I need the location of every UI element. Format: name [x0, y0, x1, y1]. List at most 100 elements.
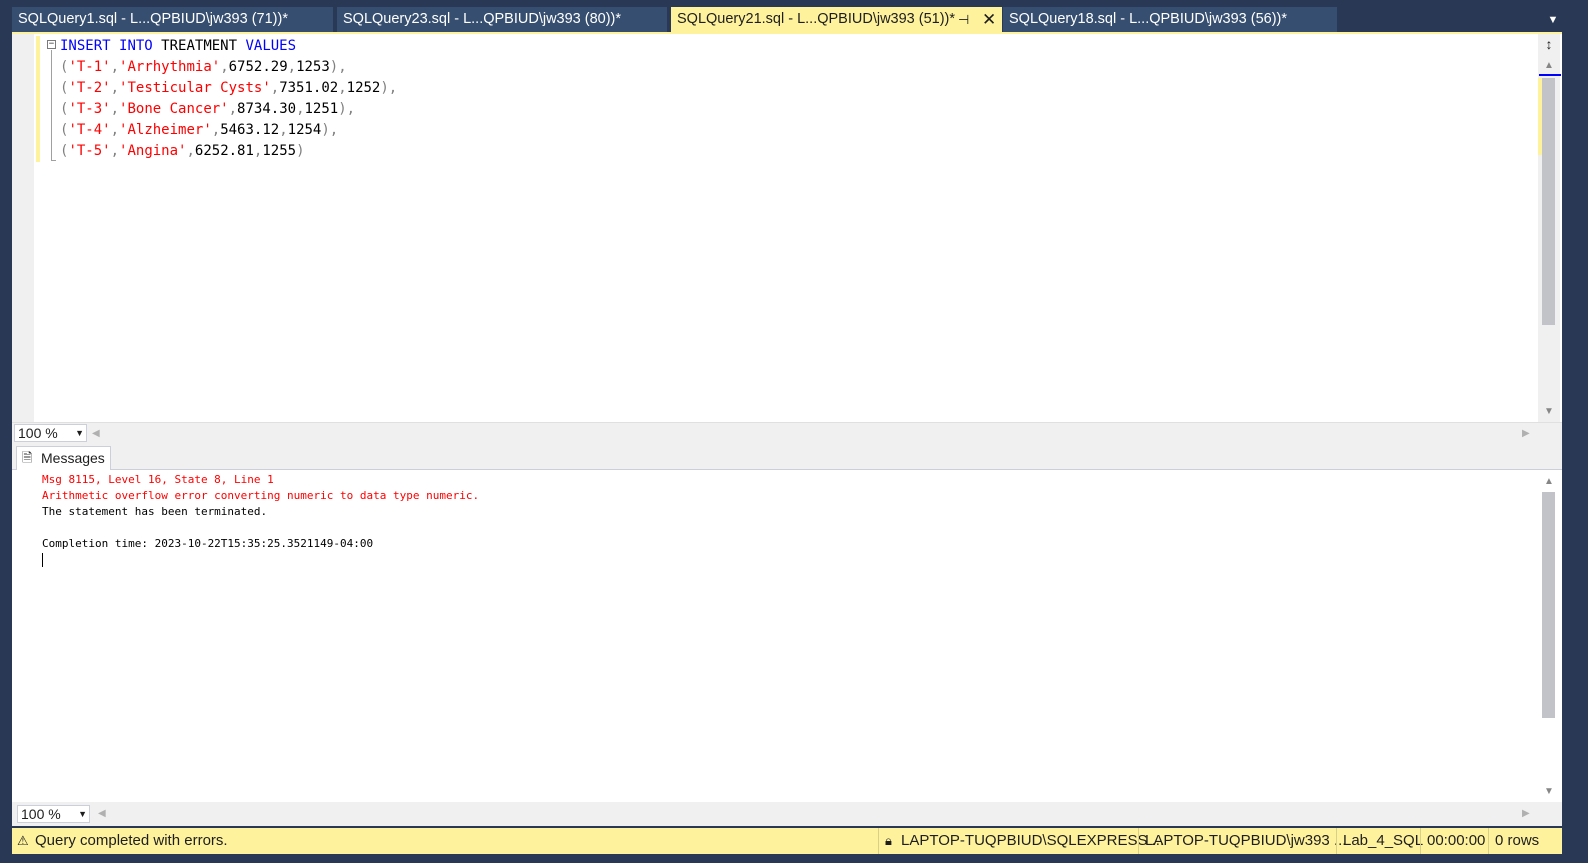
row-count: 0 rows [1495, 832, 1540, 849]
code-text[interactable]: INSERT INTO TREATMENT VALUES ('T-1','Arrh… [60, 36, 397, 162]
value-name: 'Arrhythmia' [119, 59, 221, 75]
value-cost: 6252.81 [194, 143, 254, 159]
code-line: ('T-2','Testicular Cysts',7351.02,1252), [60, 80, 398, 96]
status-database: Lab_4_SQL [1336, 828, 1423, 854]
value-id: 'T-5' [68, 143, 111, 159]
split-bar[interactable] [1539, 74, 1561, 76]
change-tracking-bar [36, 36, 40, 162]
database-name: Lab_4_SQL [1343, 832, 1424, 849]
code-line: ('T-4','Alzheimer',5463.12,1254), [60, 122, 339, 138]
tab-messages[interactable]: 🗎 Messages [16, 446, 111, 470]
value-row-end: ) [296, 143, 305, 159]
value-id: 'T-1' [68, 59, 111, 75]
tab-title: SQLQuery23.sql - L...QPBIUD\jw393 (80))* [343, 11, 622, 27]
value-row-end: ), [321, 122, 339, 138]
value-number: 1254 [287, 122, 322, 138]
code-line: ('T-3','Bone Cancer',8734.30,1251), [60, 101, 356, 117]
collapse-icon[interactable]: − [47, 40, 56, 49]
zoom-value: 100 % [21, 806, 61, 822]
results-pane: 🗎 Messages Msg 8115, Level 16, State 8, … [12, 444, 1562, 826]
text-caret [42, 553, 43, 567]
value-number: 1252 [346, 80, 381, 96]
tab-sqlquery23[interactable]: SQLQuery23.sql - L...QPBIUD\jw393 (80))* [337, 7, 667, 32]
value-cost: 7351.02 [279, 80, 339, 96]
editor-gutter [12, 34, 34, 422]
code-line: ('T-1','Arrhythmia',6752.29,1253), [60, 59, 347, 75]
value-cost: 8734.30 [237, 101, 297, 117]
value-number: 1251 [304, 101, 339, 117]
editor-bottom-bar: 100 % ▼ ◀ ▶ [12, 422, 1562, 444]
status-message: Query completed with errors. [35, 832, 228, 849]
pin-icon[interactable]: ⊣ [958, 7, 969, 32]
value-name: 'Angina' [119, 143, 187, 159]
value-number: 1253 [296, 59, 330, 75]
server-name: LAPTOP-TUQPBIUD\SQLEXPRESS ... [901, 832, 1165, 849]
warning-icon: ⚠ [17, 833, 29, 848]
value-name: 'Bone Cancer' [119, 101, 229, 117]
scroll-thumb[interactable] [1542, 492, 1555, 718]
scroll-left-icon[interactable]: ◀ [92, 428, 100, 439]
results-tab-strip: 🗎 Messages [12, 444, 1562, 470]
tab-sqlquery1[interactable]: SQLQuery1.sql - L...QPBIUD\jw393 (71))* [12, 7, 333, 32]
close-icon[interactable]: ✕ [982, 7, 996, 32]
tab-label: Messages [41, 450, 105, 466]
editor-zoom-dropdown[interactable]: 100 % ▼ [14, 424, 87, 442]
value-id: 'T-4' [68, 122, 111, 138]
scroll-left-icon[interactable]: ◀ [98, 808, 106, 819]
status-row-count: 0 rows [1488, 828, 1539, 854]
tab-title: SQLQuery18.sql - L...QPBIUD\jw393 (56))* [1009, 11, 1288, 27]
scroll-right-icon[interactable]: ▶ [1522, 808, 1530, 819]
tab-title: SQLQuery21.sql - L...QPBIUD\jw393 (51))* [677, 11, 956, 27]
value-row-end: ), [338, 101, 356, 117]
value-id: 'T-3' [68, 101, 111, 117]
code-line: INSERT INTO TREATMENT VALUES [60, 36, 397, 57]
completion-time-line: Completion time: 2023-10-22T15:35:25.352… [42, 537, 374, 550]
results-bottom-bar: 100 % ▼ ◀ ▶ [12, 802, 1562, 826]
scroll-thumb[interactable] [1542, 78, 1555, 325]
tab-sqlquery21[interactable]: SQLQuery21.sql - L...QPBIUD\jw393 (51))*… [671, 7, 1002, 32]
chevron-down-icon: ▼ [78, 809, 87, 819]
messages-output[interactable]: Msg 8115, Level 16, State 8, Line 1 Arith… [42, 472, 479, 568]
tab-title: SQLQuery1.sql - L...QPBIUD\jw393 (71))* [18, 11, 288, 27]
value-name: 'Alzheimer' [119, 122, 212, 138]
results-zoom-dropdown[interactable]: 100 % ▼ [17, 805, 90, 823]
value-number: 1255 [262, 143, 297, 159]
scroll-down-icon[interactable]: ▼ [1542, 786, 1556, 797]
error-message-line: Arithmetic overflow error converting num… [42, 489, 480, 502]
lock-icon: 🔒︎ [885, 833, 892, 848]
info-message-line: The statement has been terminated. [42, 505, 268, 518]
value-cost: 5463.12 [220, 122, 280, 138]
keyword-values: VALUES [245, 38, 297, 54]
results-vertical-scrollbar[interactable]: ▲ ▼ [1538, 472, 1560, 802]
scroll-right-icon[interactable]: ▶ [1522, 428, 1530, 439]
error-message-line: Msg 8115, Level 16, State 8, Line 1 [42, 473, 274, 486]
value-name: 'Testicular Cysts' [119, 80, 271, 96]
tab-overflow-icon[interactable]: ▼ [1545, 12, 1561, 28]
document-tab-strip: SQLQuery1.sql - L...QPBIUD\jw393 (71))* … [0, 0, 1588, 32]
value-row-end: ), [380, 80, 398, 96]
outline-line-end [51, 160, 56, 161]
code-line: ('T-5','Angina',6252.81,1255) [60, 143, 305, 159]
outline-line [51, 50, 52, 160]
messages-icon: 🗎 [22, 450, 33, 465]
user-name: LAPTOP-TUQPBIUD\jw393 ... [1145, 832, 1347, 849]
keyword-into: INTO [119, 38, 153, 54]
status-bar: ⚠ Query completed with errors. 🔒︎ LAPTOP… [12, 828, 1562, 854]
value-cost: 6752.29 [228, 59, 288, 75]
value-id: 'T-2' [68, 80, 111, 96]
value-row-end: ), [329, 59, 347, 75]
scroll-up-icon[interactable]: ▲ [1542, 60, 1556, 71]
editor-vertical-scrollbar[interactable]: ↕ ▲ ▼ [1538, 34, 1561, 422]
status-elapsed-time: 00:00:00 [1420, 828, 1485, 854]
query-editor[interactable]: − INSERT INTO TREATMENT VALUES ('T-1','Ar… [12, 32, 1562, 422]
scroll-down-icon[interactable]: ▼ [1542, 406, 1556, 417]
scroll-up-icon[interactable]: ▲ [1542, 476, 1556, 487]
table-name: TREATMENT [161, 38, 238, 54]
tab-sqlquery18[interactable]: SQLQuery18.sql - L...QPBIUD\jw393 (56))* [1003, 7, 1337, 32]
keyword-insert: INSERT [60, 38, 111, 54]
zoom-value: 100 % [18, 425, 58, 441]
split-icon[interactable]: ↕ [1541, 36, 1557, 52]
chevron-down-icon: ▼ [75, 428, 84, 438]
status-user: LAPTOP-TUQPBIUD\jw393 ... [1138, 828, 1346, 854]
elapsed-time: 00:00:00 [1427, 832, 1486, 849]
